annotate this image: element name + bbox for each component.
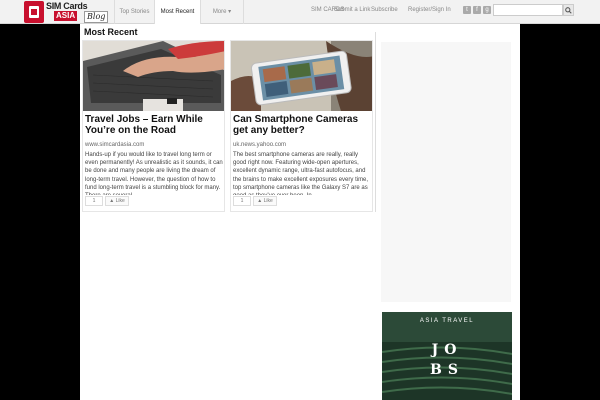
thumbs-up-icon: ▲ [109,198,115,204]
facebook-icon[interactable]: f [473,6,481,14]
google-plus-icon[interactable]: g [483,6,491,14]
article-source[interactable]: www.simcardasia.com [85,142,144,148]
search-button[interactable] [563,4,574,16]
like-count: 1 [85,196,103,206]
article-card[interactable]: Travel Jobs – Earn While You’re on the R… [82,40,225,212]
sim-card-logo-icon [24,1,44,23]
nav-link-submit[interactable]: Submit a Link [334,0,370,20]
column-divider [375,32,376,212]
tab-top-stories[interactable]: Top Stories [114,0,154,24]
article-source[interactable]: uk.news.yahoo.com [233,142,286,148]
logo-text: SIM Cards [46,1,88,11]
like-button[interactable]: ▲ Like [105,196,129,206]
sidebar-ad-banner[interactable]: ASIA TRAVEL JOBS [382,312,512,400]
logo-blog-tag: Blog [84,11,109,23]
article-title[interactable]: Travel Jobs – Earn While You’re on the R… [85,114,224,136]
article-title[interactable]: Can Smartphone Cameras get any better? [233,114,372,136]
site-logo[interactable]: SIM Cards ASIA Blog [24,1,112,23]
laptop-typing-photo[interactable] [83,41,224,111]
article-excerpt: Hands-up if you would like to travel lon… [85,152,223,195]
smartphone-photo[interactable] [231,41,372,111]
thumbs-up-icon: ▲ [257,198,263,204]
nav-link-register[interactable]: Register/Sign In [408,0,451,20]
article-excerpt: The best smartphone cameras are really, … [233,152,369,195]
tab-more[interactable]: More ▾ [200,0,244,24]
ad-heading: JOBS [430,342,464,378]
logo-asia: ASIA [54,11,78,21]
twitter-icon[interactable]: t [463,6,471,14]
main-content: Most Recent Travel Jobs – Earn While You… [80,24,520,400]
like-button[interactable]: ▲ Like [253,196,277,206]
sidebar-ad-slot [381,42,511,302]
search-input[interactable] [493,4,563,16]
top-bar: SIM Cards ASIA Blog Top Stories Most Rec… [0,0,600,24]
like-count: 1 [233,196,251,206]
tab-most-recent[interactable]: Most Recent [154,0,200,24]
nav-link-subscribe[interactable]: Subscribe [371,0,398,20]
section-title: Most Recent [84,27,138,37]
ad-subtitle: ASIA TRAVEL [419,318,475,324]
search-icon [565,7,572,14]
article-card[interactable]: Can Smartphone Cameras get any better? u… [230,40,373,212]
